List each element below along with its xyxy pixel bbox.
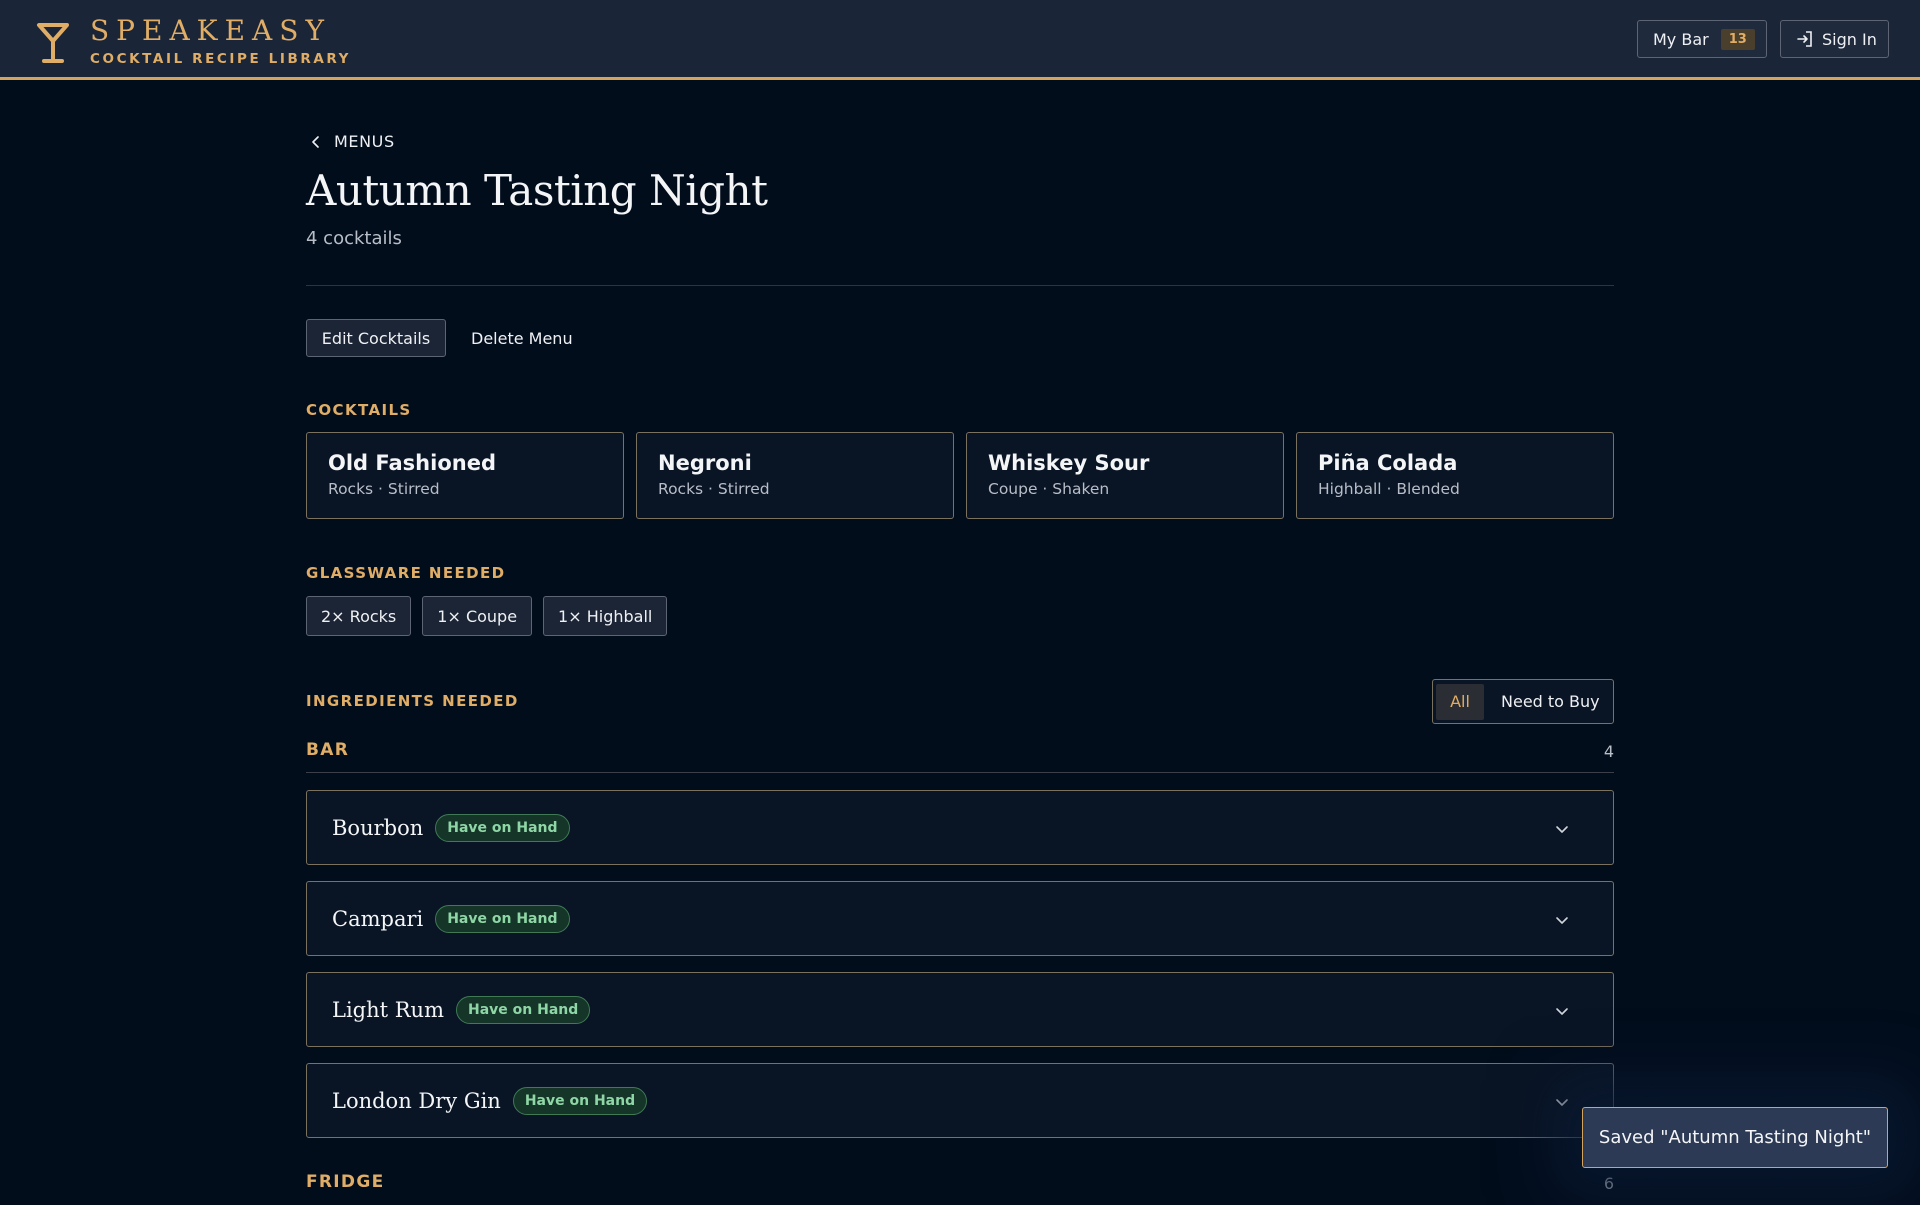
have-on-hand-badge: Have on Hand: [435, 904, 570, 933]
cocktail-name: Old Fashioned: [328, 451, 496, 475]
divider: [306, 285, 1614, 286]
cocktails-section-label: COCKTAILS: [306, 401, 412, 419]
saved-toast: Saved "Autumn Tasting Night": [1582, 1107, 1888, 1168]
edit-cocktails-button[interactable]: Edit Cocktails: [306, 319, 446, 357]
ingredient-name: Bourbon: [332, 815, 424, 840]
cocktail-meta: Highball · Blended: [1318, 480, 1460, 498]
sign-in-icon: [1797, 31, 1812, 47]
back-label: MENUS: [334, 132, 395, 151]
group-title: BAR: [306, 740, 350, 760]
ingredient-name: London Dry Gin: [332, 1088, 501, 1113]
ingredients-section-label: INGREDIENTS NEEDED: [306, 692, 519, 710]
page-title: Autumn Tasting Night: [306, 166, 768, 215]
group-count: 6: [1603, 1174, 1614, 1193]
chevron-down-icon: [1556, 1099, 1568, 1106]
ingredient-row[interactable]: Bourbon Have on Hand: [306, 790, 1614, 865]
my-bar-label: My Bar: [1653, 29, 1709, 49]
have-on-hand-badge: Have on Hand: [435, 813, 570, 842]
back-to-menus-link[interactable]: MENUS: [306, 132, 395, 151]
filter-all-option[interactable]: All: [1436, 683, 1484, 720]
cocktail-meta: Coupe · Shaken: [988, 480, 1110, 498]
group-title: FRIDGE: [306, 1172, 385, 1192]
cocktail-meta: Rocks · Stirred: [328, 480, 440, 498]
ingredient-row[interactable]: Campari Have on Hand: [306, 881, 1614, 956]
ingredient-name: Light Rum: [332, 997, 444, 1022]
cocktail-card[interactable]: Negroni Rocks · Stirred: [636, 432, 954, 519]
cocktail-name: Whiskey Sour: [988, 451, 1150, 475]
have-on-hand-badge: Have on Hand: [456, 995, 591, 1024]
cocktail-name: Negroni: [658, 451, 752, 475]
glassware-section-label: GLASSWARE NEEDED: [306, 564, 506, 582]
chevron-down-icon: [1556, 826, 1568, 833]
brand[interactable]: SPEAKEASY COCKTAIL RECIPE LIBRARY: [36, 16, 351, 67]
cocktail-meta: Rocks · Stirred: [658, 480, 770, 498]
ingredient-filter-toggle: All Need to Buy: [1432, 679, 1614, 724]
ingredient-group-header: FRIDGE 6: [306, 1172, 1614, 1205]
glassware-chip: 2× Rocks: [306, 596, 412, 636]
cocktail-card[interactable]: Whiskey Sour Coupe · Shaken: [966, 432, 1284, 519]
martini-glass-icon: [37, 22, 69, 63]
cocktail-count: 4 cocktails: [306, 228, 402, 249]
group-count: 4: [1603, 742, 1614, 761]
ingredient-group-header: BAR 4: [306, 740, 1614, 773]
cocktail-card[interactable]: Piña Colada Highball · Blended: [1296, 432, 1614, 519]
my-bar-count-badge: 13: [1720, 28, 1755, 50]
ingredient-name: Campari: [332, 906, 424, 931]
glassware-list: 2× Rocks 1× Coupe 1× Highball: [306, 596, 668, 636]
sign-in-label: Sign In: [1822, 29, 1877, 49]
filter-need-to-buy-option[interactable]: Need to Buy: [1484, 684, 1600, 720]
chevron-down-icon: [1556, 917, 1568, 924]
cocktail-card[interactable]: Old Fashioned Rocks · Stirred: [306, 432, 624, 519]
chevron-down-icon: [1556, 1008, 1568, 1015]
glassware-chip: 1× Highball: [543, 596, 668, 636]
sign-in-button[interactable]: Sign In: [1780, 20, 1889, 58]
cocktail-name: Piña Colada: [1318, 451, 1458, 475]
my-bar-button[interactable]: My Bar 13: [1637, 20, 1767, 58]
glassware-chip: 1× Coupe: [422, 596, 533, 636]
chevron-left-icon: [312, 135, 319, 148]
delete-menu-button[interactable]: Delete Menu: [471, 319, 573, 357]
ingredient-row[interactable]: London Dry Gin Have on Hand: [306, 1063, 1614, 1138]
ingredient-row[interactable]: Light Rum Have on Hand: [306, 972, 1614, 1047]
top-bar: SPEAKEASY COCKTAIL RECIPE LIBRARY My Bar…: [0, 0, 1920, 80]
cocktail-cards: Old Fashioned Rocks · Stirred Negroni Ro…: [306, 432, 1614, 519]
brand-subtitle: COCKTAIL RECIPE LIBRARY: [90, 51, 352, 67]
brand-name: SPEAKEASY: [90, 14, 331, 47]
have-on-hand-badge: Have on Hand: [512, 1086, 648, 1115]
